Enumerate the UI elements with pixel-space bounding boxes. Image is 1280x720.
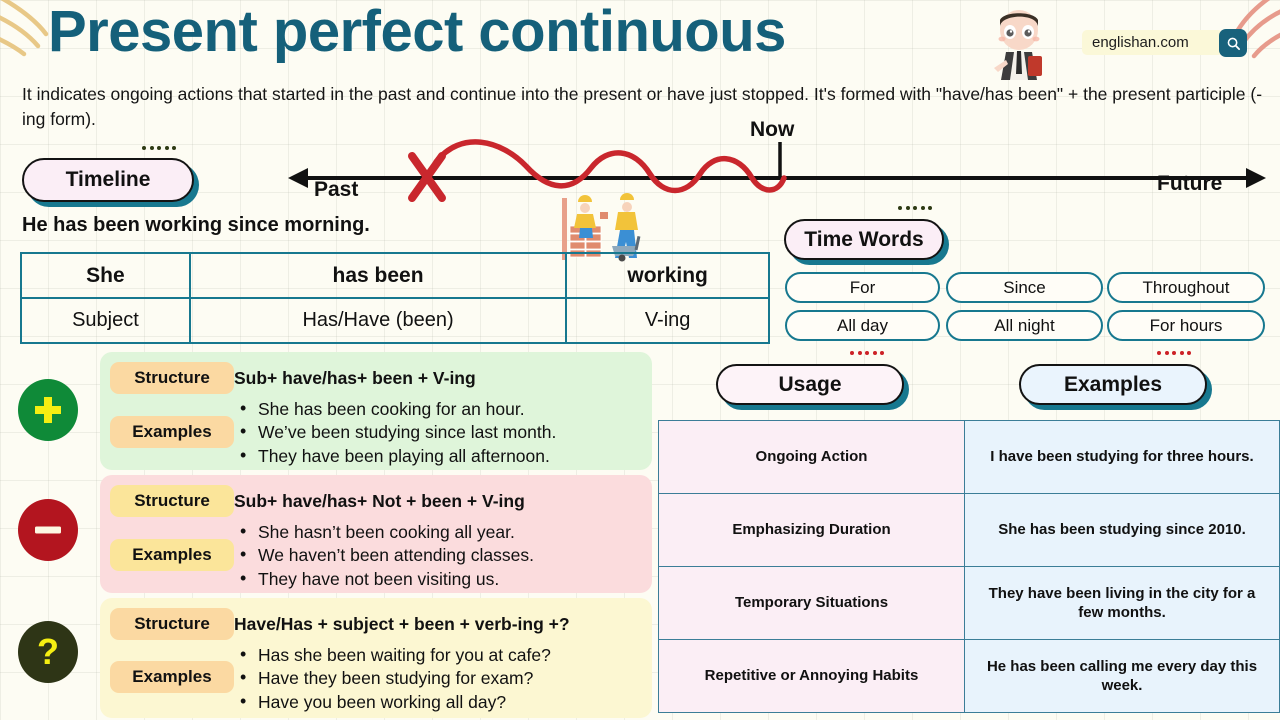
table-cell-subject: She — [20, 252, 191, 299]
time-word-chip-throughout[interactable]: Throughout — [1107, 272, 1265, 303]
table-cell-auxiliary: has been — [188, 252, 568, 299]
table-row: Temporary Situations They have been livi… — [658, 566, 1280, 640]
plus-icon — [18, 379, 78, 441]
example-cell: She has been studying since 2010. — [964, 493, 1280, 567]
structure-table: She has been working Subject Has/Have (b… — [20, 252, 770, 344]
negative-examples-tag: Examples — [110, 539, 234, 571]
list-item: They have been playing all afternoon. — [238, 444, 556, 468]
table-row: Emphasizing Duration She has been studyi… — [658, 493, 1280, 567]
question-examples-list: Has she been waiting for you at cafe? Ha… — [238, 643, 551, 714]
usage-cell: Repetitive or Annoying Habits — [658, 639, 965, 713]
time-words-badge: Time Words — [784, 219, 944, 260]
question-mark-icon: ? — [18, 621, 78, 683]
positive-structure-text: Sub+ have/has+ been + V-ing — [234, 368, 476, 388]
timeline-now-label: Now — [750, 118, 795, 141]
minus-icon — [18, 499, 78, 561]
positive-structure-tag: Structure — [110, 362, 234, 394]
negative-structure-tag: Structure — [110, 485, 234, 517]
time-word-chip-all-day[interactable]: All day — [785, 310, 940, 341]
student-character-illustration — [994, 10, 1042, 80]
list-item: She hasn’t been cooking all year. — [238, 520, 534, 544]
question-structure-tag: Structure — [110, 608, 234, 640]
positive-examples-list: She has been cooking for an hour. We’ve … — [238, 397, 556, 468]
example-cell: He has been calling me every day this we… — [964, 639, 1280, 713]
timeline-badge-dots — [142, 146, 176, 150]
list-item: Has she been waiting for you at cafe? — [238, 643, 551, 667]
table-row: Subject Has/Have (been) V-ing — [20, 297, 770, 344]
timeline-past-label: Past — [314, 178, 359, 201]
list-item: We haven’t been attending classes. — [238, 543, 534, 567]
examples-badge-dots — [1157, 351, 1191, 355]
example-sentence: He has been working since morning. — [22, 214, 370, 236]
positive-examples-tag: Examples — [110, 416, 234, 448]
timeline-future-label: Future — [1157, 172, 1223, 195]
table-cell-verb: working — [565, 252, 770, 299]
usage-badge: Usage — [716, 364, 904, 405]
time-word-chip-since[interactable]: Since — [946, 272, 1103, 303]
time-word-chip-all-night[interactable]: All night — [946, 310, 1103, 341]
list-item: They have not been visiting us. — [238, 567, 534, 591]
negative-structure-text: Sub+ have/has+ Not + been + V-ing — [234, 491, 525, 511]
table-cell-subject-desc: Subject — [20, 297, 191, 344]
table-cell-verb-desc: V-ing — [565, 297, 770, 344]
timeline-badge: Timeline — [22, 158, 194, 202]
usage-cell: Ongoing Action — [658, 420, 965, 494]
negative-examples-list: She hasn’t been cooking all year. We hav… — [238, 520, 534, 591]
table-row: She has been working — [20, 252, 770, 299]
usage-cell: Emphasizing Duration — [658, 493, 965, 567]
usage-cell: Temporary Situations — [658, 566, 965, 640]
example-cell: They have been living in the city for a … — [964, 566, 1280, 640]
question-examples-tag: Examples — [110, 661, 234, 693]
question-structure-text: Have/Has + subject + been + verb-ing +? — [234, 614, 570, 634]
list-item: Have you been working all day? — [238, 690, 551, 714]
list-item: Have they been studying for exam? — [238, 666, 551, 690]
usage-examples-table: Ongoing Action I have been studying for … — [658, 420, 1280, 713]
brand-label: englishan.com — [1082, 30, 1223, 55]
page-title: Present perfect continuous — [48, 0, 786, 64]
table-cell-auxiliary-desc: Has/Have (been) — [188, 297, 568, 344]
time-word-chip-for[interactable]: For — [785, 272, 940, 303]
example-cell: I have been studying for three hours. — [964, 420, 1280, 494]
list-item: We’ve been studying since last month. — [238, 420, 556, 444]
search-icon[interactable] — [1219, 29, 1247, 57]
list-item: She has been cooking for an hour. — [238, 397, 556, 421]
timewords-badge-dots — [898, 206, 932, 210]
usage-badge-dots — [850, 351, 884, 355]
examples-badge: Examples — [1019, 364, 1207, 405]
table-row: Repetitive or Annoying Habits He has bee… — [658, 639, 1280, 713]
table-row: Ongoing Action I have been studying for … — [658, 420, 1280, 494]
time-word-chip-for-hours[interactable]: For hours — [1107, 310, 1265, 341]
